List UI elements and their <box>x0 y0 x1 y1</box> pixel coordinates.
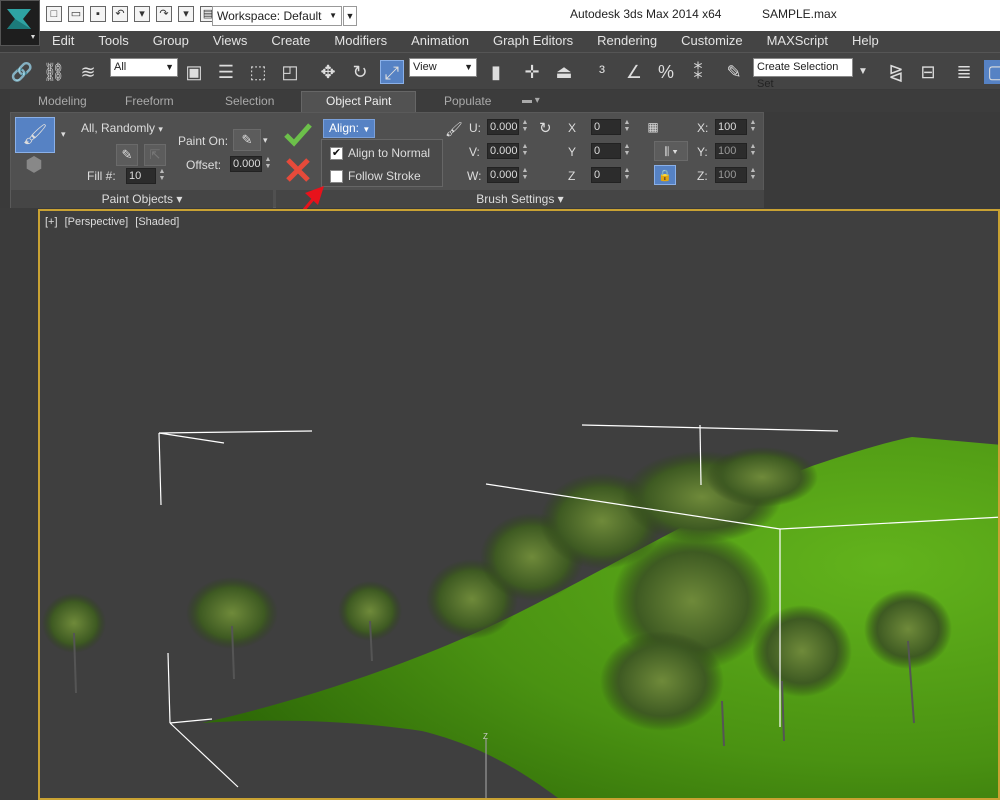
z-axis-label: Z <box>483 732 488 741</box>
left-panel <box>0 208 38 800</box>
perspective-viewport[interactable]: [+] [Perspective] [Shaded] Z <box>38 209 1000 800</box>
viewport-scene: Z <box>42 424 998 798</box>
